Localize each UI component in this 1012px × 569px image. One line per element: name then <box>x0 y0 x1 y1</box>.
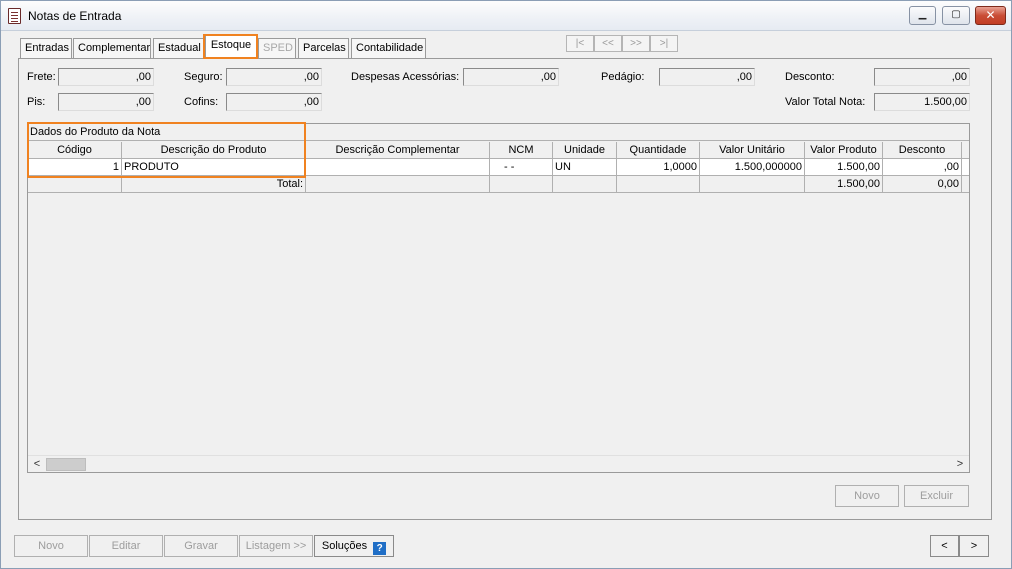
col-header-valor-unitario[interactable]: Valor Unitário <box>700 142 805 159</box>
maximize-button[interactable]: ▢ <box>942 6 970 25</box>
table-cell-valor-unitario[interactable]: 1.500,000000 <box>700 159 805 176</box>
total-row-overflow <box>962 176 969 193</box>
pedagio-field[interactable]: ,00 <box>659 68 755 86</box>
next-page-button[interactable]: > <box>959 535 989 557</box>
first-record-button[interactable]: |< <box>566 35 594 52</box>
editar-button[interactable]: Editar <box>89 535 163 557</box>
frete-field[interactable]: ,00 <box>58 68 154 86</box>
tab-entradas[interactable]: Entradas <box>20 38 72 58</box>
table-cell-valor-produto[interactable]: 1.500,00 <box>805 159 883 176</box>
tab-complementar[interactable]: Complementar <box>73 38 151 58</box>
tab-parcelas[interactable]: Parcelas <box>298 38 349 58</box>
solucoes-button[interactable]: Soluções? <box>314 535 394 557</box>
grid-caption-separator <box>305 124 306 141</box>
scroll-thumb[interactable] <box>46 458 86 471</box>
tab-contabilidade[interactable]: Contabilidade <box>351 38 426 58</box>
tab-estoque[interactable]: Estoque <box>205 35 257 59</box>
valor-total-nota-label: Valor Total Nota: <box>785 96 866 108</box>
help-icon: ? <box>373 542 387 555</box>
grid-excluir-button[interactable]: Excluir <box>904 485 969 507</box>
table-cell-descricao-produto[interactable]: PRODUTO <box>122 159 306 176</box>
pis-field[interactable]: ,00 <box>58 93 154 111</box>
seguro-field[interactable]: ,00 <box>226 68 322 86</box>
table-cell-unidade[interactable]: UN <box>553 159 617 176</box>
total-row-label: Total: <box>122 176 306 193</box>
frete-label: Frete: <box>27 71 56 83</box>
table-cell-overflow <box>962 159 969 176</box>
tab-estadual[interactable]: Estadual <box>153 38 204 58</box>
tab-sped: SPED <box>258 38 296 58</box>
total-row-empty-4 <box>617 176 700 193</box>
total-desconto: 0,00 <box>883 176 962 193</box>
total-row-spacer <box>28 176 122 193</box>
seguro-label: Seguro: <box>184 71 223 83</box>
grid-caption: Dados do Produto da Nota <box>28 124 969 141</box>
total-row-empty-5 <box>700 176 805 193</box>
scroll-left-arrow-icon[interactable]: < <box>29 457 45 472</box>
minimize-button[interactable]: ▁ <box>909 6 936 25</box>
valor-total-nota-field[interactable]: 1.500,00 <box>874 93 970 111</box>
table-cell-descricao-complementar[interactable] <box>306 159 490 176</box>
horizontal-scrollbar[interactable]: < > <box>28 455 969 472</box>
cofins-field[interactable]: ,00 <box>226 93 322 111</box>
previous-page-button[interactable]: < <box>930 535 959 557</box>
window-title: Notas de Entrada <box>28 9 122 23</box>
desconto-label: Desconto: <box>785 71 835 83</box>
col-header-overflow <box>962 142 969 159</box>
table-cell-desconto[interactable]: ,00 <box>883 159 962 176</box>
col-header-codigo[interactable]: Código <box>28 142 122 159</box>
desconto-field[interactable]: ,00 <box>874 68 970 86</box>
col-header-unidade[interactable]: Unidade <box>553 142 617 159</box>
previous-record-button[interactable]: << <box>594 35 622 52</box>
col-header-descricao-produto[interactable]: Descrição do Produto <box>122 142 306 159</box>
col-header-quantidade[interactable]: Quantidade <box>617 142 700 159</box>
document-icon <box>8 8 21 24</box>
last-record-button[interactable]: >| <box>650 35 678 52</box>
grid-novo-button[interactable]: Novo <box>835 485 899 507</box>
solucoes-label: Soluções <box>321 540 368 552</box>
main-window: Notas de Entrada ▁ ▢ ✕ Entradas Compleme… <box>0 0 1012 569</box>
col-header-descricao-complementar[interactable]: Descrição Complementar <box>306 142 490 159</box>
total-valor-produto: 1.500,00 <box>805 176 883 193</box>
next-record-button[interactable]: >> <box>622 35 650 52</box>
cofins-label: Cofins: <box>184 96 219 108</box>
col-header-ncm[interactable]: NCM <box>490 142 553 159</box>
total-row-empty-1 <box>306 176 490 193</box>
total-row-empty-2 <box>490 176 553 193</box>
gravar-button[interactable]: Gravar <box>164 535 238 557</box>
product-grid: Dados do Produto da Nota Código Descriçã… <box>27 123 970 473</box>
despesas-acessorias-label: Despesas Acessórias: <box>351 71 460 83</box>
pedagio-label: Pedágio: <box>601 71 645 83</box>
col-header-valor-produto[interactable]: Valor Produto <box>805 142 883 159</box>
table-cell-codigo[interactable]: 1 <box>28 159 122 176</box>
title-bar: Notas de Entrada ▁ ▢ ✕ <box>1 1 1011 31</box>
novo-button[interactable]: Novo <box>14 535 88 557</box>
close-button[interactable]: ✕ <box>975 6 1006 25</box>
listagem-button[interactable]: Listagem >> <box>239 535 313 557</box>
pis-label: Pis: <box>27 96 46 108</box>
total-row-empty-3 <box>553 176 617 193</box>
table-cell-ncm[interactable]: - - <box>490 159 553 176</box>
table-cell-quantidade[interactable]: 1,0000 <box>617 159 700 176</box>
col-header-desconto[interactable]: Desconto <box>883 142 962 159</box>
scroll-right-arrow-icon[interactable]: > <box>952 457 968 472</box>
despesas-acessorias-field[interactable]: ,00 <box>463 68 559 86</box>
